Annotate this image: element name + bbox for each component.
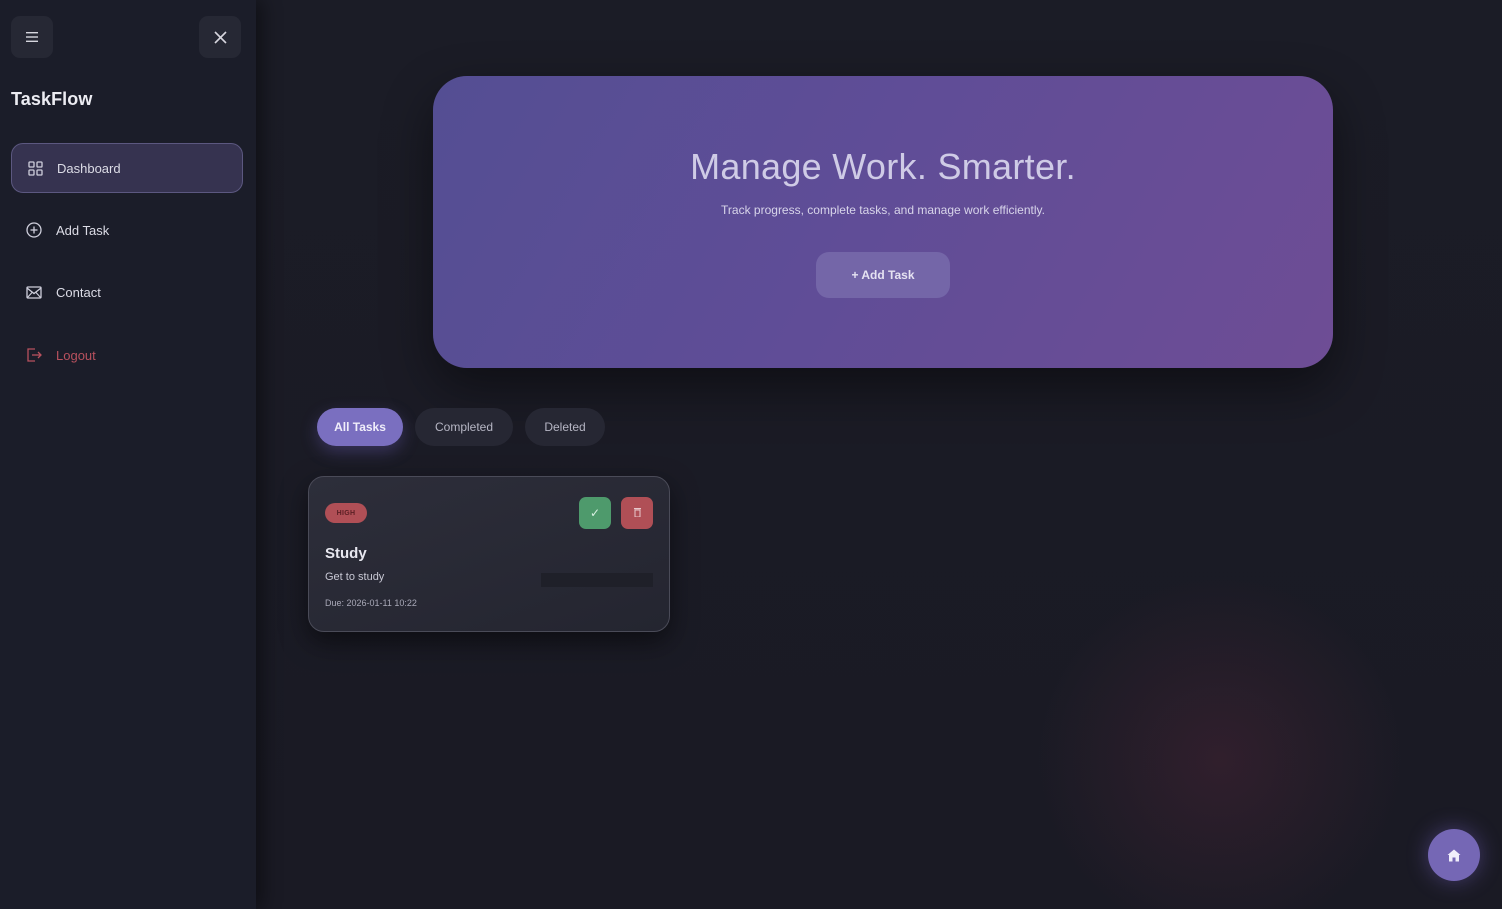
priority-badge: HIGH bbox=[325, 503, 367, 523]
home-button[interactable] bbox=[1428, 829, 1480, 881]
grid-icon bbox=[27, 160, 43, 176]
sidebar-item-label: Dashboard bbox=[57, 160, 121, 176]
sidebar-item-logout[interactable]: Logout bbox=[11, 330, 243, 380]
close-icon[interactable] bbox=[199, 16, 241, 58]
mail-icon bbox=[26, 284, 42, 300]
hero-subtitle: Track progress, complete tasks, and mana… bbox=[721, 203, 1045, 217]
logout-icon bbox=[26, 347, 42, 363]
app-page: TaskFlow Dashboard Add Task Contact Logo… bbox=[0, 0, 1502, 909]
task-due-date: Due: 2026-01-11 10:22 bbox=[325, 598, 417, 608]
sidebar: TaskFlow Dashboard Add Task Contact Logo… bbox=[0, 0, 256, 909]
hero-banner: Manage Work. Smarter. Track progress, co… bbox=[433, 76, 1333, 368]
tab-all-tasks[interactable]: All Tasks bbox=[317, 408, 403, 446]
sidebar-item-label: Add Task bbox=[56, 222, 110, 238]
add-task-button[interactable]: + Add Task bbox=[816, 252, 950, 298]
task-title: Study bbox=[325, 545, 367, 562]
task-description: Get to study bbox=[325, 571, 385, 583]
hamburger-glyph bbox=[26, 32, 38, 42]
tab-deleted[interactable]: Deleted bbox=[525, 408, 605, 446]
sidebar-item-add-task[interactable]: Add Task bbox=[11, 205, 243, 255]
trash-icon bbox=[633, 507, 641, 519]
hero-title: Manage Work. Smarter. bbox=[690, 146, 1076, 187]
complete-task-button[interactable]: ✓ bbox=[579, 497, 611, 529]
tab-completed[interactable]: Completed bbox=[415, 408, 513, 446]
home-icon bbox=[1447, 849, 1461, 861]
task-card: HIGH ✓ Study Get to study Due: 2026-01-1… bbox=[308, 476, 670, 632]
delete-task-button[interactable] bbox=[621, 497, 653, 529]
check-icon: ✓ bbox=[589, 506, 601, 520]
sidebar-item-label: Contact bbox=[56, 284, 101, 300]
hamburger-icon[interactable] bbox=[11, 16, 53, 58]
plus-circle-icon bbox=[26, 222, 42, 238]
sidebar-item-dashboard[interactable]: Dashboard bbox=[11, 143, 243, 193]
brand-title: TaskFlow bbox=[11, 89, 93, 109]
task-progress-bar bbox=[541, 573, 653, 587]
sidebar-item-label: Logout bbox=[56, 347, 96, 363]
sidebar-item-contact[interactable]: Contact bbox=[11, 267, 243, 317]
close-glyph bbox=[213, 30, 227, 44]
